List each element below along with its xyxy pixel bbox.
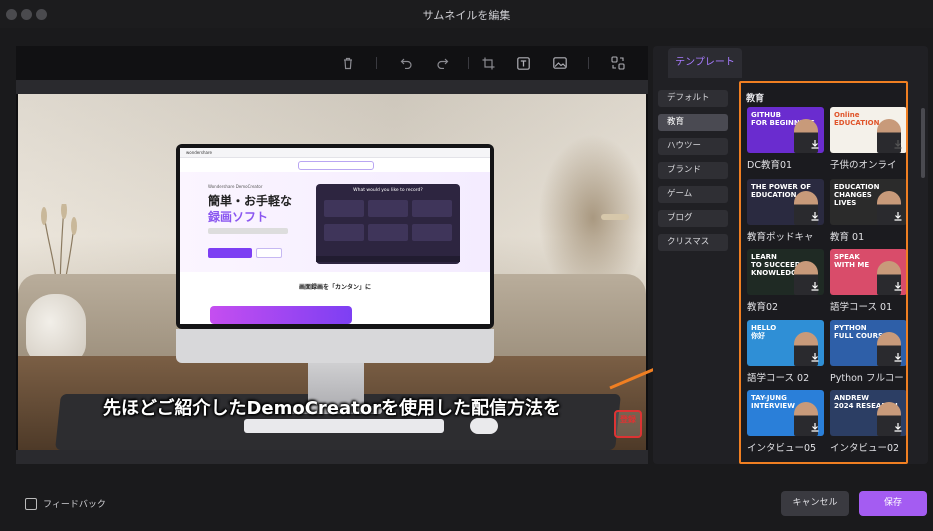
download-icon[interactable] (810, 352, 820, 362)
template-label[interactable]: インタビュー02 (830, 440, 906, 454)
thumbnail-text: HELLO 你好 (751, 324, 777, 340)
template-thumbnail[interactable]: SPEAK WITH ME (830, 249, 906, 295)
editor-toolbar (16, 46, 648, 80)
subscribe-badge: 登録 (614, 410, 642, 438)
template-thumbnail[interactable]: Online EDUCATION (830, 107, 906, 153)
download-icon[interactable] (810, 211, 820, 221)
thumbnail-text: Online EDUCATION (834, 111, 880, 127)
template-thumbnail[interactable]: EDUCATION CHANGES LIVES (830, 179, 906, 225)
template-thumbnail[interactable]: GITHUB FOR BEGINNERS (747, 107, 824, 153)
cancel-button[interactable]: キャンセル (781, 491, 849, 516)
download-icon[interactable] (810, 281, 820, 291)
download-icon[interactable] (893, 281, 903, 291)
template-label[interactable]: 教育02 (747, 299, 827, 313)
template-thumbnail[interactable]: TAY-JUNG INTERVIEW (747, 390, 824, 436)
template-thumbnail[interactable]: THE POWER OF EDUCATION (747, 179, 824, 225)
category-howto[interactable]: ハウツー (658, 138, 728, 155)
template-label[interactable]: 語学コース 01 (830, 299, 906, 313)
template-scrollbar[interactable] (921, 108, 925, 178)
template-label[interactable]: 教育ポッドキャ (747, 229, 827, 243)
thumbnail-editor: wondershare Wondershare DemoCreator 簡単・お… (16, 46, 648, 464)
thumbnail-preview[interactable]: wondershare Wondershare DemoCreator 簡単・お… (18, 94, 646, 450)
feedback-button[interactable]: フィードバック (25, 497, 106, 510)
template-label[interactable]: Python フルコー (830, 370, 906, 384)
category-blog[interactable]: ブログ (658, 210, 728, 227)
category-brand[interactable]: ブランド (658, 162, 728, 179)
template-label[interactable]: 語学コース 02 (747, 370, 827, 384)
download-icon[interactable] (893, 352, 903, 362)
category-education[interactable]: 教育 (658, 114, 728, 131)
vase-decoration (26, 294, 86, 364)
tab-templates[interactable]: テンプレート (668, 48, 742, 78)
keyboard (244, 419, 444, 433)
title-bar: サムネイルを編集 (0, 0, 933, 28)
save-button[interactable]: 保存 (859, 491, 927, 516)
download-icon[interactable] (810, 139, 820, 149)
thumbnail-text: EDUCATION CHANGES LIVES (834, 183, 880, 207)
category-game[interactable]: ゲーム (658, 186, 728, 203)
template-grid: 教育 GITHUB FOR BEGINNERS DC教育01 Online EDUC… (739, 81, 908, 464)
template-thumbnail[interactable]: HELLO 你好 (747, 320, 824, 366)
image-icon[interactable] (552, 55, 568, 71)
category-christmas[interactable]: クリスマス (658, 234, 728, 251)
plant-decoration (538, 134, 646, 274)
monitor-screen: wondershare Wondershare DemoCreator 簡単・お… (180, 148, 490, 324)
window-title: サムネイルを編集 (422, 9, 511, 22)
template-thumbnail[interactable]: ANDREW 2024 RESEARCH (830, 390, 906, 436)
thumbnail-text: SPEAK WITH ME (834, 253, 870, 269)
download-icon[interactable] (893, 139, 903, 149)
category-default[interactable]: デフォルト (658, 90, 728, 107)
redo-icon[interactable] (434, 55, 450, 71)
thumbnail-caption[interactable]: 先ほどご紹介したDemoCreatorを使用した配信方法を (18, 394, 646, 420)
thumbnail-text: TAY-JUNG INTERVIEW (751, 394, 795, 410)
feedback-icon (25, 497, 37, 510)
template-label[interactable]: 子供のオンライ (830, 157, 906, 171)
template-label[interactable]: インタビュー05 (747, 440, 827, 454)
replace-icon[interactable] (610, 55, 626, 71)
text-icon[interactable] (515, 55, 531, 71)
template-thumbnail[interactable]: LEARN TO SUCCEED KNOWLEDGE (747, 249, 824, 295)
download-icon[interactable] (810, 422, 820, 432)
crop-icon[interactable] (480, 55, 496, 71)
feedback-label: フィードバック (43, 500, 106, 510)
template-panel: テンプレート デフォルト 教育 ハウツー ブランド ゲーム ブログ クリスマス … (653, 46, 928, 464)
template-label[interactable]: 教育 01 (830, 229, 906, 243)
download-icon[interactable] (893, 422, 903, 432)
mouse (470, 418, 498, 434)
section-title: 教育 (746, 94, 765, 104)
download-icon[interactable] (893, 211, 903, 221)
template-thumbnail[interactable]: PYTHON FULL COURSE (830, 320, 906, 366)
template-label[interactable]: DC教育01 (747, 157, 827, 171)
undo-icon[interactable] (398, 55, 414, 71)
trash-icon[interactable] (340, 55, 356, 71)
